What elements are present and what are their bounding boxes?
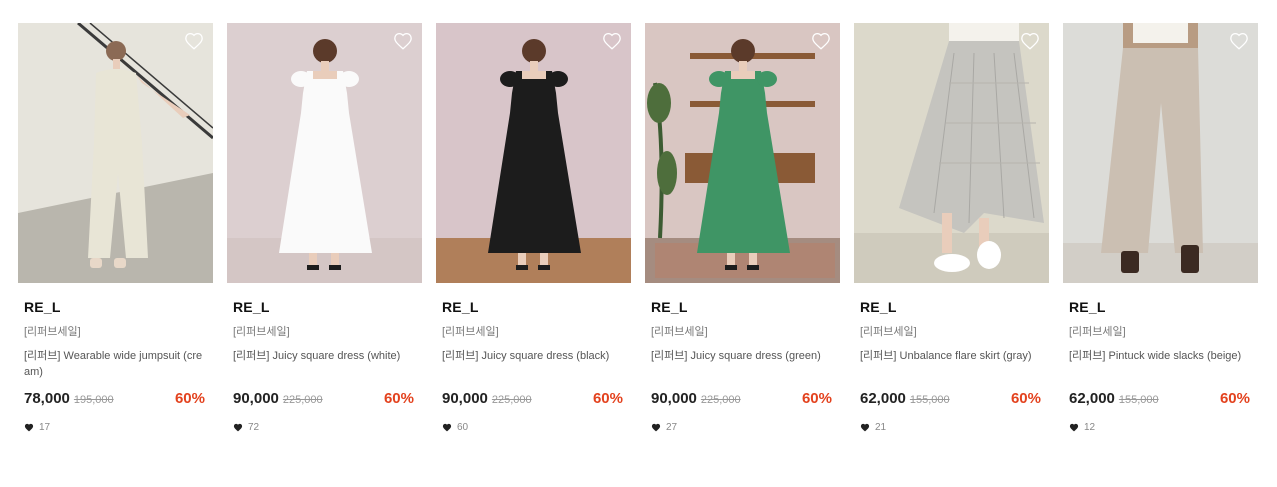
- product-brand[interactable]: RE_L: [651, 299, 834, 317]
- original-price: 225,000: [282, 394, 323, 406]
- product-info: RE_L [리퍼브세일] [리퍼브] Wearable wide jumpsui…: [18, 299, 213, 434]
- product-photo: [645, 23, 840, 283]
- wishlist-heart-icon[interactable]: [393, 32, 413, 50]
- product-card[interactable]: RE_L [리퍼브세일] [리퍼브] Pintuck wide slacks (…: [1063, 23, 1258, 434]
- sale-price: 62,000: [1069, 390, 1115, 407]
- product-brand[interactable]: RE_L: [24, 299, 207, 317]
- like-count-row: 27: [651, 420, 834, 434]
- sale-price: 90,000: [233, 390, 279, 407]
- original-price: 225,000: [700, 394, 741, 406]
- product-name[interactable]: [리퍼브] Juicy square dress (green): [651, 348, 834, 382]
- original-price: 195,000: [73, 394, 114, 406]
- product-brand[interactable]: RE_L: [860, 299, 1043, 317]
- heart-filled-icon: [860, 423, 870, 432]
- product-card[interactable]: RE_L [리퍼브세일] [리퍼브] Juicy square dress (w…: [227, 23, 422, 434]
- like-count: 27: [666, 421, 678, 433]
- product-photo: [18, 23, 213, 283]
- product-name[interactable]: [리퍼브] Pintuck wide slacks (beige): [1069, 348, 1252, 382]
- price-row: 78,000 195,000 60%: [24, 390, 207, 410]
- product-card[interactable]: RE_L [리퍼브세일] [리퍼브] Unbalance flare skirt…: [854, 23, 1049, 434]
- like-count: 21: [875, 421, 887, 433]
- product-card[interactable]: RE_L [리퍼브세일] [리퍼브] Juicy square dress (b…: [436, 23, 631, 434]
- product-brand[interactable]: RE_L: [1069, 299, 1252, 317]
- product-card[interactable]: RE_L [리퍼브세일] [리퍼브] Wearable wide jumpsui…: [18, 23, 213, 434]
- product-info: RE_L [리퍼브세일] [리퍼브] Pintuck wide slacks (…: [1063, 299, 1258, 434]
- sale-price: 90,000: [442, 390, 488, 407]
- wishlist-heart-icon[interactable]: [1229, 32, 1249, 50]
- discount-rate: 60%: [592, 390, 623, 407]
- wishlist-heart-icon[interactable]: [811, 32, 831, 50]
- product-brand[interactable]: RE_L: [442, 299, 625, 317]
- product-brand[interactable]: RE_L: [233, 299, 416, 317]
- product-name[interactable]: [리퍼브] Juicy square dress (white): [233, 348, 416, 382]
- product-info: RE_L [리퍼브세일] [리퍼브] Unbalance flare skirt…: [854, 299, 1049, 434]
- product-image[interactable]: [436, 23, 631, 283]
- price-row: 62,000 155,000 60%: [860, 390, 1043, 410]
- sale-price: 90,000: [651, 390, 697, 407]
- discount-rate: 60%: [1010, 390, 1041, 407]
- wishlist-heart-icon[interactable]: [602, 32, 622, 50]
- sale-price: 62,000: [860, 390, 906, 407]
- product-info: RE_L [리퍼브세일] [리퍼브] Juicy square dress (w…: [227, 299, 422, 434]
- discount-rate: 60%: [1219, 390, 1250, 407]
- heart-filled-icon: [233, 423, 243, 432]
- product-tag: [리퍼브세일]: [860, 326, 917, 338]
- product-photo: [854, 23, 1049, 283]
- like-count: 12: [1084, 421, 1096, 433]
- discount-rate: 60%: [801, 390, 832, 407]
- like-count-row: 12: [1069, 420, 1252, 434]
- sale-price: 78,000: [24, 390, 70, 407]
- product-tag: [리퍼브세일]: [233, 326, 290, 338]
- product-tag: [리퍼브세일]: [24, 326, 81, 338]
- heart-filled-icon: [442, 423, 452, 432]
- price-row: 90,000 225,000 60%: [442, 390, 625, 410]
- discount-rate: 60%: [383, 390, 414, 407]
- product-name[interactable]: [리퍼브] Wearable wide jumpsuit (cream): [24, 348, 207, 382]
- product-photo: [227, 23, 422, 283]
- like-count: 60: [457, 421, 469, 433]
- heart-filled-icon: [24, 423, 34, 432]
- price-row: 90,000 225,000 60%: [233, 390, 416, 410]
- product-tag: [리퍼브세일]: [442, 326, 499, 338]
- product-info: RE_L [리퍼브세일] [리퍼브] Juicy square dress (g…: [645, 299, 840, 434]
- price-row: 62,000 155,000 60%: [1069, 390, 1252, 410]
- product-image[interactable]: [1063, 23, 1258, 283]
- wishlist-heart-icon[interactable]: [1020, 32, 1040, 50]
- original-price: 225,000: [491, 394, 532, 406]
- product-image[interactable]: [227, 23, 422, 283]
- product-tag: [리퍼브세일]: [1069, 326, 1126, 338]
- like-count: 17: [39, 421, 51, 433]
- product-photo: [1063, 23, 1258, 283]
- product-photo: [436, 23, 631, 283]
- product-tag: [리퍼브세일]: [651, 326, 708, 338]
- like-count: 72: [248, 421, 260, 433]
- wishlist-heart-icon[interactable]: [184, 32, 204, 50]
- like-count-row: 17: [24, 420, 207, 434]
- product-image[interactable]: [854, 23, 1049, 283]
- discount-rate: 60%: [174, 390, 205, 407]
- like-count-row: 72: [233, 420, 416, 434]
- product-image[interactable]: [645, 23, 840, 283]
- price-row: 90,000 225,000 60%: [651, 390, 834, 410]
- heart-filled-icon: [651, 423, 661, 432]
- product-name[interactable]: [리퍼브] Unbalance flare skirt (gray): [860, 348, 1043, 382]
- like-count-row: 21: [860, 420, 1043, 434]
- product-card[interactable]: RE_L [리퍼브세일] [리퍼브] Juicy square dress (g…: [645, 23, 840, 434]
- product-image[interactable]: [18, 23, 213, 283]
- original-price: 155,000: [1118, 394, 1159, 406]
- product-grid: RE_L [리퍼브세일] [리퍼브] Wearable wide jumpsui…: [18, 23, 1258, 434]
- original-price: 155,000: [909, 394, 950, 406]
- heart-filled-icon: [1069, 423, 1079, 432]
- like-count-row: 60: [442, 420, 625, 434]
- product-name[interactable]: [리퍼브] Juicy square dress (black): [442, 348, 625, 382]
- product-info: RE_L [리퍼브세일] [리퍼브] Juicy square dress (b…: [436, 299, 631, 434]
